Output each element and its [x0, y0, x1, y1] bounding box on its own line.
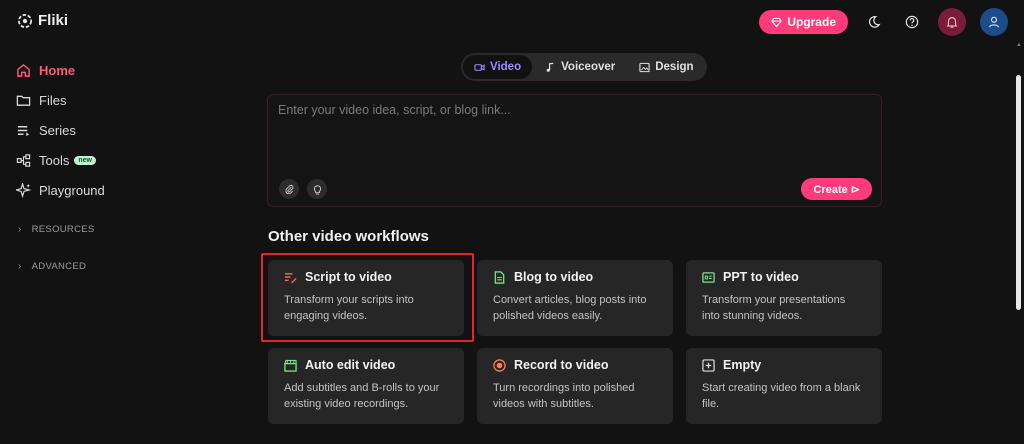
fliki-logo-icon — [18, 13, 32, 28]
tools-icon — [16, 153, 31, 167]
document-icon — [494, 270, 505, 284]
sidebar-nav: Home Files Series Tools new Playground ›… — [16, 55, 216, 276]
card-description: Transform your scripts into engaging vid… — [284, 294, 414, 322]
help-button[interactable] — [900, 10, 924, 34]
home-icon — [17, 63, 30, 77]
idea-button[interactable] — [307, 179, 327, 199]
sidebar-item-label: Tools — [39, 152, 70, 168]
card-title: Record to video — [514, 358, 609, 372]
record-icon — [493, 358, 506, 372]
create-label: Create ⊳ — [813, 183, 860, 196]
video-icon — [474, 63, 485, 71]
card-description: Start creating video from a blank file. — [702, 382, 861, 410]
bell-icon — [946, 17, 958, 28]
workflows-title: Other video workflows — [268, 228, 429, 245]
theme-toggle-button[interactable] — [862, 10, 886, 34]
list-icon — [17, 125, 30, 136]
sidebar-item-label: Playground — [39, 182, 105, 198]
help-icon — [905, 15, 919, 29]
moon-icon — [868, 16, 881, 28]
tab-label: Design — [655, 61, 694, 73]
tab-video[interactable]: Video — [463, 55, 533, 79]
scrollbar-thumb[interactable] — [1016, 75, 1021, 310]
sidebar-item-playground[interactable]: Playground — [16, 175, 216, 205]
upgrade-button[interactable]: Upgrade — [759, 10, 848, 34]
section-resources[interactable]: › RESOURCES — [18, 219, 216, 239]
new-badge: new — [74, 155, 96, 165]
attach-button[interactable] — [279, 179, 299, 199]
diamond-icon — [771, 17, 783, 27]
plus-square-icon — [702, 358, 715, 372]
paperclip-icon — [284, 184, 293, 194]
avatar[interactable] — [980, 8, 1008, 36]
card-title: Script to video — [305, 270, 392, 284]
workflow-card-record-to-video[interactable]: Record to video Turn recordings into pol… — [477, 348, 673, 424]
chevron-right-icon: › — [18, 223, 22, 235]
prompt-box: Create ⊳ — [267, 94, 882, 207]
sidebar-item-tools[interactable]: Tools new — [16, 145, 216, 175]
header-actions: Upgrade — [759, 8, 1008, 36]
upgrade-label: Upgrade — [787, 15, 836, 29]
sidebar-item-series[interactable]: Series — [16, 115, 216, 145]
workflow-card-empty[interactable]: Empty Start creating video from a blank … — [686, 348, 882, 424]
sidebar-item-label: Files — [39, 92, 67, 108]
section-label: ADVANCED — [31, 260, 87, 272]
chevron-right-icon: › — [18, 260, 22, 272]
tab-design[interactable]: Design — [628, 55, 704, 79]
workflow-card-ppt-to-video[interactable]: PPT to video Transform your presentation… — [686, 260, 882, 336]
prompt-input[interactable] — [278, 103, 868, 117]
folder-icon — [16, 95, 31, 106]
card-title: Auto edit video — [305, 358, 396, 372]
sidebar-item-home[interactable]: Home — [16, 55, 216, 85]
section-label: RESOURCES — [31, 223, 95, 235]
presentation-icon — [702, 271, 715, 283]
card-description: Add subtitles and B-rolls to your existi… — [284, 382, 440, 410]
tab-voiceover[interactable]: Voiceover — [534, 55, 626, 79]
image-icon — [639, 62, 650, 72]
notifications-button[interactable] — [938, 8, 966, 36]
workflow-card-blog-to-video[interactable]: Blog to video Convert articles, blog pos… — [477, 260, 673, 336]
sidebar-item-label: Series — [39, 122, 76, 138]
lightbulb-icon — [313, 184, 321, 195]
section-advanced[interactable]: › ADVANCED — [18, 256, 216, 276]
workflow-card-script-to-video[interactable]: Script to video Transform your scripts i… — [268, 260, 464, 336]
clapper-icon — [284, 359, 297, 372]
scroll-up-arrow-icon[interactable]: ▲ — [1016, 42, 1022, 48]
mode-tabs: Video Voiceover Design — [461, 53, 707, 81]
tab-label: Voiceover — [561, 61, 616, 73]
music-note-icon — [546, 62, 554, 72]
card-title: Empty — [723, 358, 762, 372]
card-title: PPT to video — [723, 270, 799, 284]
brand-name: Fliki — [38, 12, 69, 29]
sparkle-icon — [16, 182, 31, 198]
card-title: Blog to video — [514, 270, 594, 284]
card-description: Transform your presentations into stunni… — [702, 294, 846, 322]
card-description: Turn recordings into polished videos wit… — [493, 382, 635, 410]
workflow-card-auto-edit-video[interactable]: Auto edit video Add subtitles and B-roll… — [268, 348, 464, 424]
sidebar-item-label: Home — [39, 62, 76, 78]
brand-logo[interactable]: Fliki — [18, 12, 68, 29]
sidebar-item-files[interactable]: Files — [16, 85, 216, 115]
user-icon — [989, 16, 999, 28]
create-button[interactable]: Create ⊳ — [801, 178, 872, 200]
tab-label: Video — [490, 61, 522, 73]
script-icon — [284, 272, 297, 283]
card-description: Convert articles, blog posts into polish… — [493, 294, 647, 322]
